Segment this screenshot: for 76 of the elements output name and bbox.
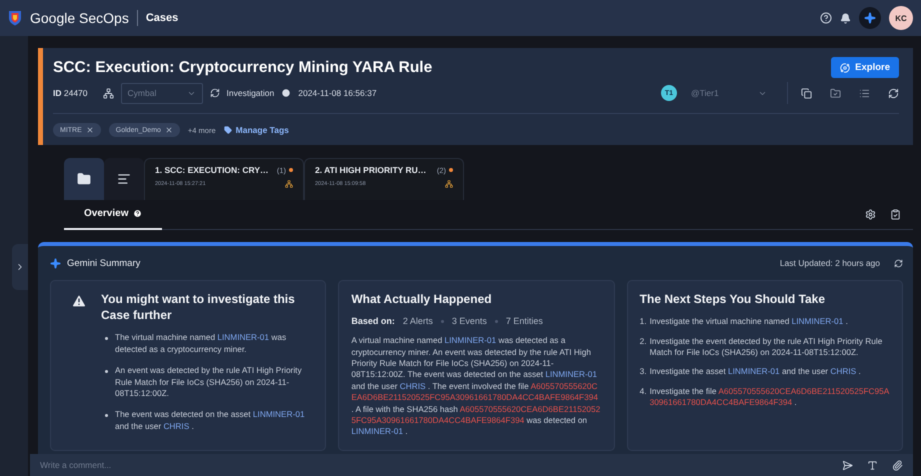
hierarchy-icon (445, 180, 453, 188)
bullet-icon (105, 370, 108, 374)
refresh-icon[interactable] (888, 88, 899, 98)
step-text: Investigate the virtual machine named LINMINER-01 . (650, 316, 848, 328)
bullet-text: The virtual machine named LINMINER-01 was detected as a cryptocurrency miner. (115, 332, 288, 356)
card-title: What Actually Happened (351, 291, 493, 308)
card-title: You might want to investigate this Case further (101, 291, 296, 324)
stat-count: 2 Alerts (402, 316, 433, 326)
list-icon (117, 172, 131, 186)
entity-link[interactable]: CHRIS (830, 366, 856, 376)
step-number: 3. (640, 366, 647, 378)
step-text: Investigate the asset LINMINER-01 and the user CHRIS . (650, 366, 861, 378)
based-on-label: Based on: (351, 316, 395, 326)
settings-icon[interactable] (865, 209, 876, 220)
text-format-icon[interactable] (867, 460, 878, 470)
refresh-icon[interactable] (894, 258, 903, 268)
case-title: SCC: Execution: Cryptocurrency Mining YARA Rule (53, 58, 432, 76)
tag-icon (224, 126, 232, 134)
case-id: ID 24470 (53, 88, 88, 98)
close-icon[interactable] (164, 126, 173, 134)
step-number: 2. (640, 336, 647, 348)
help-icon[interactable] (820, 12, 832, 24)
case-time: 2024-11-08 16:56:37 (298, 88, 377, 98)
user-avatar[interactable]: KC (889, 6, 913, 30)
step-number: 4. (640, 386, 647, 398)
entity-link[interactable]: CHRIS (400, 380, 426, 391)
paperclip-icon[interactable] (892, 460, 903, 470)
panel-title: Gemini Summary (67, 258, 140, 268)
bell-icon[interactable] (840, 12, 851, 24)
last-updated-label: Last Updated: 2 hours ago (780, 258, 880, 268)
sparkle-icon[interactable] (859, 7, 881, 29)
entity-link[interactable]: LINMINER-01 (545, 369, 597, 380)
folder-icon (77, 172, 91, 186)
explore-button[interactable]: Explore (831, 57, 899, 78)
stat-count: 3 Events (452, 316, 487, 326)
hierarchy-icon (285, 180, 293, 188)
step-text: Investigate the file A605570555620CEA6D6BE211520525FC95A30961661780DA4CC4BAFE9864F394 . (650, 386, 890, 409)
separator-dot (494, 320, 498, 323)
separator-dot (440, 320, 444, 323)
section-title: Cases (146, 12, 178, 24)
stat-count: 7 Entities (506, 316, 543, 326)
entity-link[interactable]: LINMINER-01 (444, 335, 496, 346)
entity-link[interactable]: LINMINER-01 (792, 316, 844, 326)
comment-field[interactable]: Write a comment... (30, 454, 838, 476)
orbit-icon (840, 62, 850, 72)
case-stage: Investigation (226, 88, 274, 98)
sync-icon (210, 88, 220, 98)
copy-icon[interactable] (801, 88, 812, 98)
summary-paragraph: A virtual machine named LINMINER-01 was detected as a cryptocurrency miner. An event was detected by the rule ATI High Priority Rule Match for File IoCs (SHA256) on 2024-11-08T15:12:00Z. The event was detected on the asset LINMINER-01 and the user CHRIS . The event involved the file A605570555620CEA6D6BE211520525FC95A30961661780DA4CC4BAFE9864F394 . A file with the SHA256 hash A605570555620CEA6D6BE211520525FC95A30961661780DA4CC4BAFE9864F394 was detected on LINMINER-01 . (351, 335, 602, 438)
assignee-select[interactable]: @Tier1 (684, 82, 774, 104)
folder-check-icon[interactable] (830, 88, 841, 98)
bullet-icon (105, 337, 108, 340)
folder-view-button[interactable] (64, 158, 104, 200)
bullet-text: The event was detected on the asset LINMINER-01 and the user CHRIS . (115, 409, 306, 432)
entity-link[interactable]: LINMINER-01 (217, 332, 270, 342)
environment-select[interactable]: Cymbal (120, 82, 203, 104)
entity-link[interactable]: CHRIS (163, 420, 190, 431)
shield-logo-icon (8, 10, 22, 26)
warning-icon (71, 293, 87, 309)
sparkle-icon (50, 258, 61, 268)
bullet-text: An event was detected by the rule ATI High Priority Rule Match for File IoCs (SHA256) on 2024-11-08T15:12:00Z. (115, 365, 303, 400)
step-number: 1. (640, 316, 647, 328)
card-title: The Next Steps You Should Take (640, 291, 826, 308)
clipboard-icon[interactable] (890, 209, 901, 220)
entity-link[interactable]: LINMINER-01 (351, 426, 403, 436)
step-text: Investigate the event detected by the rule ATI High Priority Rule Match for File IoCs (SHA256) on 2024-11-08T15:12:00Z. (650, 336, 884, 358)
overview-tab[interactable]: Overview (64, 200, 162, 230)
bullet-icon (105, 414, 108, 418)
send-icon[interactable] (842, 460, 853, 470)
entity-link[interactable]: LINMINER-01 (728, 366, 780, 376)
product-name: Google SecOps (30, 10, 129, 26)
list-icon[interactable] (859, 88, 870, 98)
close-icon[interactable] (86, 126, 94, 134)
entity-link[interactable]: LINMINER-01 (252, 409, 305, 420)
help-icon (133, 209, 142, 218)
manage-tags-link[interactable]: Manage Tags (224, 125, 289, 135)
